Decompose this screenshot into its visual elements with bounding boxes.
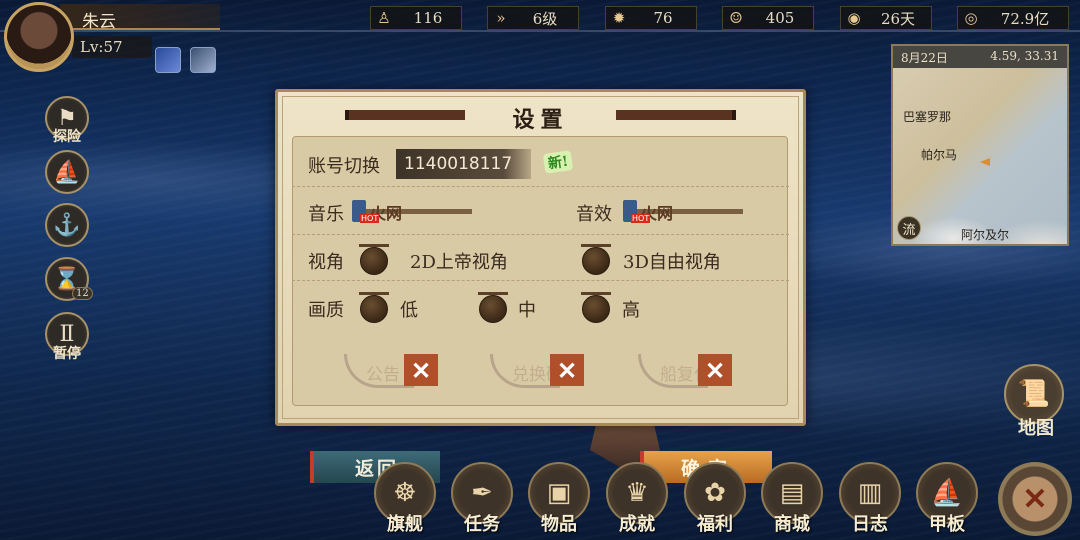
bottom-log-label: 日志 [852,514,888,535]
minimap-coords: 4.59, 33.31 [990,49,1059,63]
quality-low-label: 低 [400,300,418,321]
fleet-button[interactable]: ⛵ [45,150,89,194]
minimap[interactable]: 8月22日 4.59, 33.31 巴塞罗那 帕尔马 阿尔及尔 流 [891,44,1069,246]
redeem-code-button[interactable]: 兑换码 ✕ [490,354,585,388]
explore-label: 探险 [53,129,81,145]
quality-mid-label: 中 [518,300,536,321]
minimap-label-palma: 帕尔马 [921,148,958,162]
trophy-icon: ♛ [625,478,649,508]
bottom-deck-label: 甲板 [929,514,965,535]
hot-badge: HOT [360,214,380,223]
ship-icon: ⛵ [930,478,964,508]
current-flow-button[interactable]: 流 [897,216,921,240]
bread-icon: ◉ [847,9,861,27]
sailor-icon: ♙ [377,9,391,27]
sound-effects-label: 音效 [576,204,612,225]
view-2d-label: 2D上帝视角 [410,252,508,273]
world-map-label: 地图 [1018,418,1054,439]
hot-badge: HOT [631,214,651,223]
coin-icon: ◎ [964,9,978,27]
chest-icon: ▤ [779,478,805,508]
close-menu-button[interactable]: ✕ [998,462,1072,536]
quill-icon: ✒ [471,478,493,508]
quality-high-radio[interactable] [581,292,611,323]
bottom-welfare-label: 福利 [697,514,733,535]
quality-mid-radio[interactable] [478,292,508,323]
minimap-header: 8月22日 4.59, 33.31 [893,46,1067,68]
reset-ship-button[interactable]: 船复位 ✕ [638,354,733,388]
anchor-button[interactable]: ⚓ [45,203,89,247]
view-3d-label: 3D自由视角 [623,252,721,273]
scroll-map-icon: 📜 [1017,379,1051,409]
gift-icon: ✿ [704,478,726,508]
minimap-terrain [893,68,1067,244]
bag-icon: ▣ [546,478,572,508]
music-label: 音乐 [308,204,344,225]
player-level: Lv:57 [80,38,123,56]
minimap-label-barcelona: 巴塞罗那 [903,110,952,124]
feather-buff-icon[interactable] [155,47,181,73]
minimap-date: 8月22日 [901,51,948,65]
minimap-label-algiers: 阿尔及尔 [961,228,1010,242]
hourglass-count-badge: 12 [72,287,93,300]
quality-low-radio[interactable] [359,292,389,323]
music-volume-slider[interactable]: 火网 HOT [352,200,472,223]
player-avatar[interactable] [4,2,74,72]
book-icon: ▥ [857,478,883,508]
anchor-icon: ⚓ [53,212,81,238]
cloud-buff-icon[interactable] [190,47,216,73]
dialog-title: 设置 [512,107,569,133]
cannon-icon: ✹ [612,9,626,27]
notice-label: 公告 [366,365,400,385]
speed-icon: » [496,9,506,27]
divider [292,280,789,281]
pause-label: 暂停 [53,346,81,362]
resource-value: 26天 [880,9,916,28]
resource-sailors[interactable]: ♙ 116 [370,6,462,30]
resource-crew[interactable]: ☺ 405 [722,6,814,30]
view-label: 视角 [308,252,344,273]
wheel-icon: ☸ [393,478,417,508]
new-badge: 新! [542,150,574,174]
bottom-shop-label: 商城 [774,514,810,535]
close-icon: ✕ [1022,481,1048,517]
player-name: 朱云 [82,12,116,32]
sound-volume-slider[interactable]: 火网 HOT [623,200,743,223]
bottom-achievements-label: 成就 [619,514,655,535]
resource-value: 72.9亿 [1000,9,1050,28]
notice-button[interactable]: 公告 ✕ [344,354,439,388]
view-2d-radio[interactable] [359,244,389,275]
resource-cannons[interactable]: ✹ 76 [605,6,697,30]
divider [292,234,789,235]
resource-value: 405 [765,9,795,27]
divider [292,186,789,187]
bottom-flagship-label: 旗舰 [387,514,423,535]
resource-speed[interactable]: » 6级 [487,6,579,30]
quality-label: 画质 [308,300,344,321]
account-switch-label: 账号切换 [308,156,380,177]
resource-food[interactable]: ◉ 26天 [840,6,932,30]
resource-gold[interactable]: ◎ 72.9亿 [957,6,1069,30]
resource-value: 6级 [532,9,558,28]
settings-dialog: 设置 账号切换 1140018117 新! 音乐 火网 HOT 音效 火网 HO… [275,89,806,426]
disabled-x-icon: ✕ [404,354,438,386]
bottom-quest-label: 任务 [464,514,500,535]
disabled-x-icon: ✕ [550,354,584,386]
sail-icon: ⛵ [53,159,81,185]
account-id-field[interactable]: 1140018117 [396,149,531,179]
quality-high-label: 高 [622,300,640,321]
disabled-x-icon: ✕ [698,354,732,386]
view-3d-radio[interactable] [581,244,611,275]
resource-value: 76 [653,9,673,27]
bottom-items-label: 物品 [541,514,577,535]
resource-value: 116 [413,9,443,27]
crew-icon: ☺ [729,9,743,27]
